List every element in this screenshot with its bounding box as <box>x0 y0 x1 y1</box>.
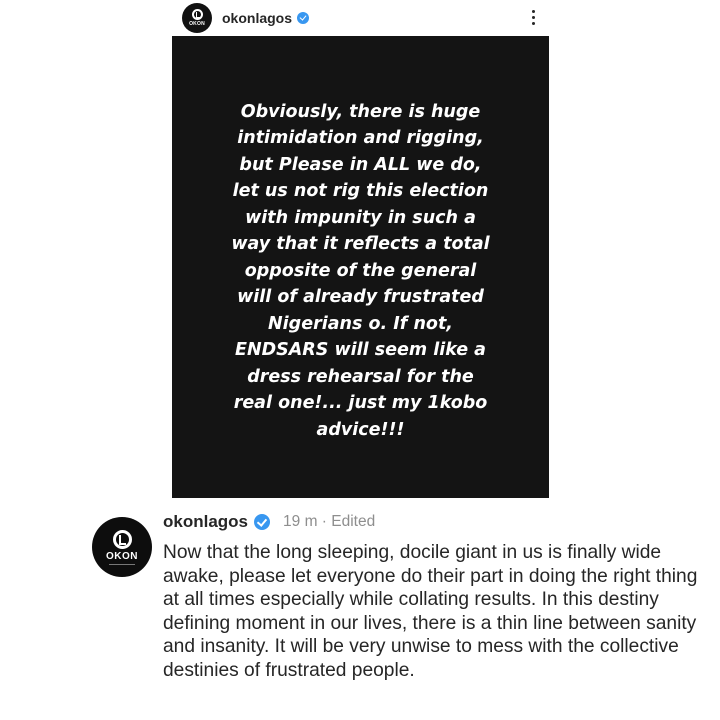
story-text: Obviously, there is huge intimidation an… <box>231 101 490 440</box>
okon-logo-icon <box>112 529 132 549</box>
okon-logo-icon <box>191 9 203 20</box>
avatar-logo-text: OKON <box>189 21 205 27</box>
post-header: OKON okonlagos <box>170 0 550 36</box>
story-image: Obviously, there is huge intimidation an… <box>172 36 549 498</box>
caption-avatar[interactable]: OKON <box>92 517 152 577</box>
caption-text: Now that the long sleeping, docile giant… <box>163 542 698 681</box>
username-link[interactable]: okonlagos <box>222 10 292 26</box>
more-options-icon[interactable] <box>532 10 536 25</box>
caption-section: OKON okonlagos 19 m · Edited Now that th… <box>92 505 712 715</box>
caption-username-link[interactable]: okonlagos <box>163 512 248 532</box>
post-timestamp: 19 m · Edited <box>283 513 376 530</box>
verified-badge-icon <box>297 12 310 24</box>
verified-badge-icon <box>254 514 271 530</box>
profile-avatar[interactable]: OKON <box>182 3 212 33</box>
avatar-logo-text: OKON <box>106 550 138 562</box>
logo-underline <box>109 563 135 565</box>
caption-meta: okonlagos 19 m · Edited <box>163 511 375 533</box>
